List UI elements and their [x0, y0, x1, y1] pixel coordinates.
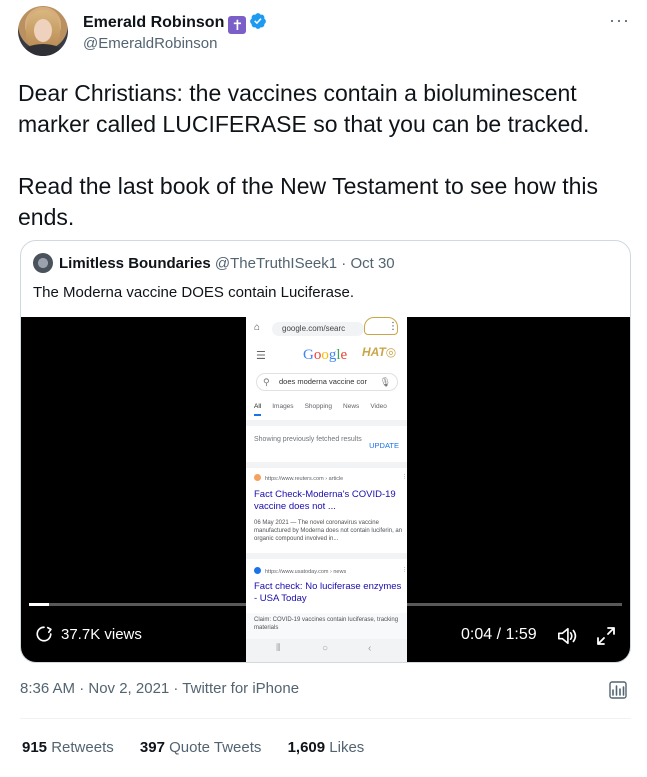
volume-icon[interactable] — [556, 626, 578, 646]
author-name[interactable]: Emerald Robinson — [83, 14, 224, 31]
quoted-date: · Oct 30 — [341, 255, 395, 272]
search-query: does moderna vaccine cor — [279, 377, 367, 386]
video-time: 0:04 / 1:59 — [461, 626, 537, 643]
google-search-box: ⚲ does moderna vaccine cor 🎙︎ — [256, 373, 398, 391]
likes-count: 1,609 — [287, 739, 326, 756]
tweet-timestamp[interactable]: 8:36 AM · Nov 2, 2021 · Twitter for iPho… — [20, 679, 299, 699]
tab-shopping: Shopping — [304, 403, 333, 410]
video-progress-fill — [29, 603, 50, 606]
author-avatar[interactable] — [18, 6, 68, 56]
result-title: Fact check: No luciferase enzymes - USA … — [254, 581, 402, 604]
result-source: https://www.reuters.com › article ⋮ — [254, 474, 407, 482]
search-tabs: All Images Shopping News Video — [254, 403, 407, 416]
fetched-notice: Showing previously fetched results — [254, 436, 362, 443]
likes-stat[interactable]: 1,609 Likes — [288, 739, 365, 756]
quoted-name: Limitless Boundaries — [59, 255, 211, 272]
claim-box: Claim: COVID-19 vaccines contain lucifer… — [246, 613, 407, 639]
tweet-paragraph: Read the last book of the New Testament … — [18, 173, 599, 230]
divider — [20, 718, 631, 719]
video-player[interactable]: ⌂ google.com/searc ⋮ ☰ Google HAT◎ ⚲ doe… — [21, 317, 630, 662]
quoted-avatar — [33, 253, 53, 273]
update-link: UPDATE — [369, 441, 399, 450]
hamburger-icon: ☰ — [256, 350, 266, 362]
retweets-count: 915 — [22, 739, 48, 756]
views-count: 37.7K views — [61, 626, 142, 643]
google-logo: Google — [303, 347, 348, 363]
tweet-text: Dear Christians: the vaccines contain a … — [18, 78, 633, 233]
quote-tweets-stat[interactable]: 397 Quote Tweets — [140, 739, 261, 756]
analytics-icon[interactable] — [608, 680, 628, 700]
home-icon: ⌂ — [254, 322, 261, 333]
result-source: https://www.usatoday.com › news ⋮ — [254, 567, 407, 575]
result-title: Fact Check-Moderna's COVID-19 vaccine do… — [254, 489, 396, 512]
loop-icon — [36, 626, 52, 642]
tab-news: News — [343, 403, 360, 410]
quoted-handle: @TheTruthISeek1 — [214, 255, 338, 272]
author-handle[interactable]: @EmeraldRobinson — [83, 35, 217, 52]
retweets-stat[interactable]: 915 Retweets — [22, 739, 114, 756]
verified-icon — [250, 13, 267, 29]
retweets-label: Retweets — [51, 739, 114, 756]
more-icon[interactable]: ··· — [609, 10, 630, 31]
url-text: google.com/searc — [272, 322, 364, 336]
mic-icon: 🎙︎ — [379, 377, 391, 387]
video-views: 37.7K views — [35, 625, 142, 645]
quoted-text: The Moderna vaccine DOES contain Lucifer… — [33, 284, 354, 301]
tweet-header: Emerald Robinson ✝ @EmeraldRobinson ··· — [18, 6, 638, 62]
tweet-paragraph: Dear Christians: the vaccines contain a … — [18, 80, 590, 137]
quoted-header: Limitless Boundaries @TheTruthISeek1 · O… — [33, 253, 395, 275]
tab-video: Video — [370, 403, 387, 410]
hat-logo-icon — [364, 317, 398, 335]
result-snippet: 06 May 2021 — The novel coronavirus vacc… — [254, 520, 403, 542]
cross-icon: ✝ — [228, 16, 247, 34]
tweet-stats: 915 Retweets 397 Quote Tweets 1,609 Like… — [22, 738, 386, 758]
fullscreen-icon[interactable] — [596, 626, 616, 646]
tab-all: All — [254, 403, 262, 416]
tab-images: Images — [272, 403, 294, 410]
author-name-row[interactable]: Emerald Robinson ✝ — [83, 12, 267, 34]
search-icon: ⚲ — [263, 377, 270, 387]
likes-label: Likes — [329, 739, 365, 756]
video-frame-phone-screen: ⌂ google.com/searc ⋮ ☰ Google HAT◎ ⚲ doe… — [246, 317, 407, 662]
quoted-tweet[interactable]: Limitless Boundaries @TheTruthISeek1 · O… — [20, 240, 631, 663]
quotes-count: 397 — [139, 739, 165, 756]
video-progress-bar[interactable] — [29, 603, 622, 606]
watermark: HAT◎ — [362, 345, 397, 359]
quotes-label: Quote Tweets — [169, 739, 262, 756]
android-nav-bar: ⦀ ○ ‹ — [246, 639, 407, 662]
